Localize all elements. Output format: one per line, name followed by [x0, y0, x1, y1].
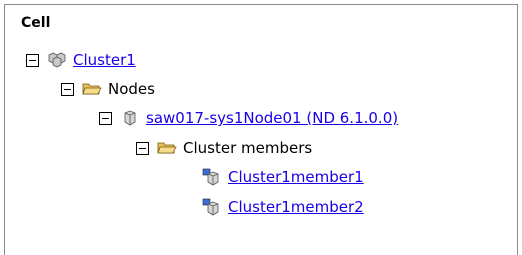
cluster-member-icon	[202, 168, 222, 186]
tree-node-server: saw017-sys1Node01 (ND 6.1.0.0)	[99, 106, 398, 130]
cluster-member-icon	[202, 198, 222, 216]
tree-node-member-1: Cluster1member1	[202, 165, 364, 189]
cluster-icon	[47, 51, 67, 69]
collapse-toggle-cluster[interactable]	[26, 53, 39, 67]
nodes-label: Nodes	[108, 80, 155, 98]
collapse-toggle-node[interactable]	[99, 111, 112, 125]
server-node-icon	[120, 109, 140, 127]
tree-root-label: Cell	[21, 15, 51, 31]
collapse-toggle-members[interactable]	[136, 141, 149, 155]
node-link[interactable]: saw017-sys1Node01 (ND 6.1.0.0)	[146, 109, 398, 127]
collapse-toggle-nodes[interactable]	[61, 82, 74, 96]
tree-node-cluster: Cluster1	[26, 48, 136, 72]
cluster-member-link[interactable]: Cluster1member2	[228, 198, 364, 216]
cluster-link[interactable]: Cluster1	[73, 51, 136, 69]
folder-open-icon	[82, 80, 102, 98]
tree-node-nodes: Nodes	[61, 77, 155, 101]
cluster-member-link[interactable]: Cluster1member1	[228, 168, 364, 186]
cluster-members-label: Cluster members	[183, 139, 313, 157]
tree-node-members-folder: Cluster members	[136, 136, 312, 160]
folder-open-icon	[157, 139, 177, 157]
tree-node-member-2: Cluster1member2	[202, 195, 364, 219]
